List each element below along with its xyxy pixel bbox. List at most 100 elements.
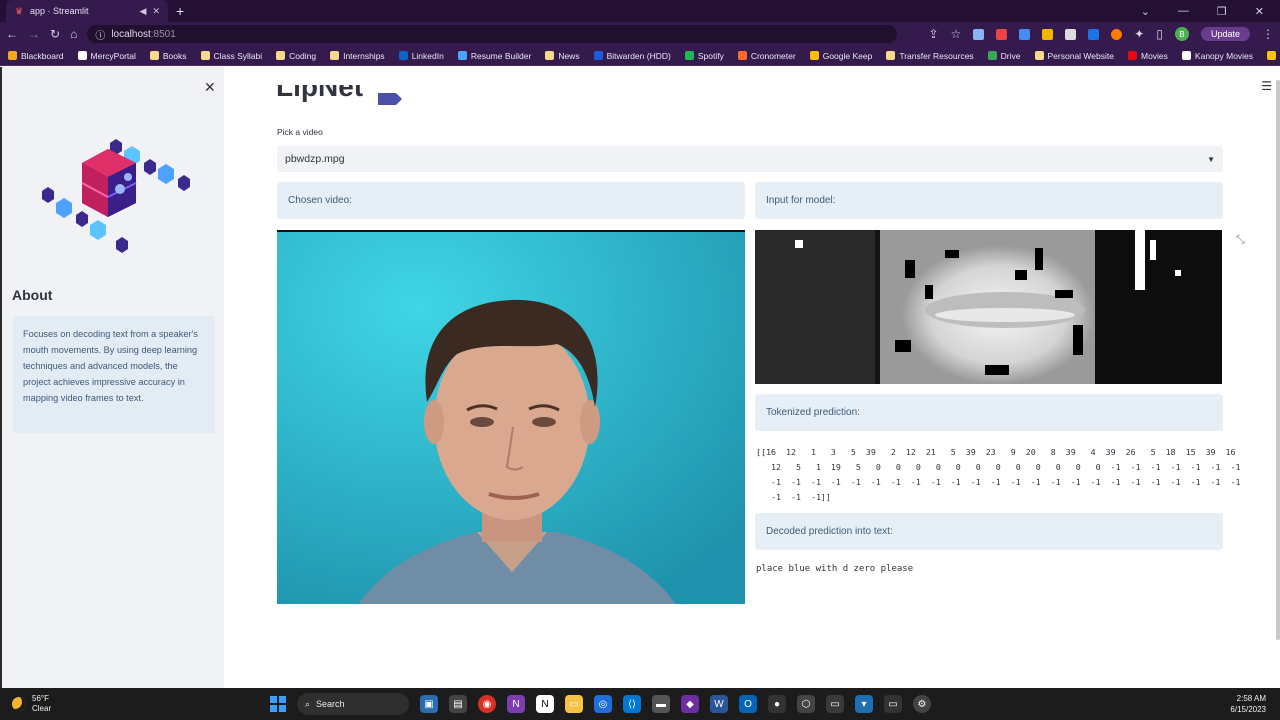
page-scrollbar[interactable]: [1276, 80, 1280, 640]
address-host: localhost: [111, 28, 151, 40]
vscode-icon[interactable]: ⟨⟩: [623, 695, 641, 713]
app-icon[interactable]: ◎: [594, 695, 612, 713]
bookmark-item[interactable]: Kanopy Movies: [1181, 51, 1253, 61]
taskbar-search[interactable]: ⌕ Search: [297, 693, 409, 715]
close-sidebar-icon[interactable]: ✕: [204, 79, 216, 96]
side-panel-icon[interactable]: ▯: [1156, 27, 1163, 41]
bookmark-item[interactable]: Cronometer: [737, 51, 796, 61]
browser-tab[interactable]: ♛ app · Streamlit ◀ ✕: [6, 0, 168, 22]
minimize-button[interactable]: —: [1178, 5, 1189, 18]
extension-icon[interactable]: [1111, 28, 1123, 40]
bookmark-item[interactable]: Movies: [1267, 51, 1280, 61]
close-window-button[interactable]: ✕: [1255, 5, 1264, 18]
terminal-icon[interactable]: ▬: [652, 695, 670, 713]
extensions-puzzle-icon[interactable]: ✦: [1134, 27, 1144, 41]
bookmark-item[interactable]: LinkedIn: [398, 50, 444, 61]
tab-title: app · Streamlit: [30, 6, 89, 16]
speaker-video-frame: [277, 232, 745, 604]
download-icon[interactable]: ▾: [855, 695, 873, 713]
bookmark-label: Personal Website: [1047, 50, 1114, 61]
file-icon[interactable]: ▤: [449, 695, 467, 713]
start-icon[interactable]: [270, 696, 286, 712]
extension-icons: ⇪ ☆ ✦ ▯ B Update ⋮: [928, 27, 1274, 41]
share-icon[interactable]: ⇪: [928, 27, 938, 41]
tab-audio-icon[interactable]: ◀: [140, 6, 147, 17]
video-select-label: Pick a video: [277, 127, 323, 137]
sidebar: ✕ About Focuses on decoding text from a …: [0, 67, 224, 688]
bookmark-item[interactable]: Class Syllabi: [200, 51, 262, 61]
fullscreen-icon[interactable]: ⤡: [1236, 234, 1245, 247]
settings-icon[interactable]: ⚙: [913, 695, 931, 713]
new-tab-button[interactable]: +: [176, 3, 184, 19]
forward-icon[interactable]: →: [28, 27, 40, 41]
update-button[interactable]: Update: [1200, 27, 1250, 41]
browser-menu-icon[interactable]: ⋮: [1262, 27, 1274, 41]
address-port: :8501: [150, 28, 176, 40]
bookmark-item[interactable]: Transfer Resources: [886, 51, 974, 61]
model-input-frame: [755, 230, 1222, 384]
app-menu-icon[interactable]: ☰: [1261, 79, 1272, 93]
bookmark-item[interactable]: Bitwarden (HDD): [593, 50, 671, 61]
bookmark-item[interactable]: Spotify: [684, 51, 724, 61]
extension-icon[interactable]: [1019, 28, 1031, 40]
close-tab-icon[interactable]: ✕: [152, 6, 160, 17]
bookmark-icon: [809, 51, 819, 60]
cube-icon[interactable]: ⬡: [797, 695, 815, 713]
bookmark-label: Bitwarden (HDD): [606, 50, 671, 61]
about-text: Focuses on decoding text from a speaker'…: [13, 316, 215, 433]
bookmark-item[interactable]: Movies: [1127, 50, 1168, 61]
bookmark-item[interactable]: Internships: [330, 51, 385, 61]
chrome-icon[interactable]: ◉: [478, 695, 496, 713]
moon-icon: [12, 697, 26, 711]
bookmark-item[interactable]: MercyPortal: [77, 51, 136, 61]
notion-icon[interactable]: N: [536, 695, 554, 713]
bookmark-item[interactable]: News: [545, 51, 580, 61]
restore-button[interactable]: ❐: [1217, 5, 1227, 18]
site-info-icon[interactable]: ⓘ: [95, 27, 105, 42]
bookmark-label: LinkedIn: [411, 50, 444, 61]
bookmark-item[interactable]: Drive: [987, 51, 1021, 61]
bookmark-item[interactable]: Resume Builder: [457, 50, 532, 61]
tab-search-icon[interactable]: ⌄: [1141, 5, 1150, 18]
bookmark-item[interactable]: Personal Website: [1034, 50, 1114, 61]
decoded-output: place blue with d zero please: [756, 564, 914, 574]
home-icon[interactable]: ⌂: [70, 27, 77, 41]
video-select[interactable]: pbwdzp.mpg ▼: [277, 146, 1223, 172]
title-emoji-icon: [378, 93, 402, 105]
extension-icon[interactable]: [1065, 28, 1077, 40]
extension-icon[interactable]: [1042, 28, 1054, 40]
extension-icon[interactable]: [973, 28, 985, 40]
streamlit-favicon-icon: ♛: [14, 5, 24, 16]
bookmark-item[interactable]: Google Keep: [809, 51, 872, 61]
visual-studio-icon[interactable]: ◆: [681, 695, 699, 713]
window-icon[interactable]: ▭: [826, 695, 844, 713]
main-content: LipNet ☰ Pick a video pbwdzp.mpg ▼ Chose…: [224, 67, 1280, 688]
clock-date: 6/15/2023: [1230, 705, 1266, 714]
profile-avatar[interactable]: B: [1174, 27, 1189, 41]
bookmark-icon: [8, 51, 17, 60]
word-icon[interactable]: W: [710, 695, 728, 713]
address-bar[interactable]: ⓘ localhost:8501: [87, 25, 898, 43]
bookmark-label: Movies: [1140, 50, 1168, 61]
extension-icon[interactable]: [1088, 28, 1100, 40]
console-icon[interactable]: ▭: [884, 695, 902, 713]
file-explorer-icon[interactable]: ▭: [565, 695, 583, 713]
bookmark-item[interactable]: Books: [149, 51, 187, 61]
bookmark-item[interactable]: Blackboard: [8, 51, 64, 61]
onenote-icon[interactable]: N: [507, 695, 525, 713]
reload-icon[interactable]: ↻: [50, 27, 60, 41]
bookmark-icon: [330, 51, 340, 60]
task-view-icon[interactable]: ▣: [420, 695, 438, 713]
outlook-icon[interactable]: O: [739, 695, 757, 713]
video-player[interactable]: [277, 230, 745, 604]
system-clock[interactable]: 2:58 AM 6/15/2023: [1230, 693, 1280, 715]
extension-icon[interactable]: [996, 28, 1008, 40]
bookmark-label: Resume Builder: [470, 50, 532, 61]
bookmark-icon: [545, 51, 555, 60]
weather-widget[interactable]: 56°F Clear: [0, 694, 270, 714]
bookmark-item[interactable]: Coding: [276, 51, 316, 61]
model-input-info: Input for model:: [755, 182, 1223, 219]
github-icon[interactable]: ●: [768, 695, 786, 713]
bookmark-star-icon[interactable]: ☆: [951, 27, 962, 41]
back-icon[interactable]: ←: [6, 27, 18, 41]
